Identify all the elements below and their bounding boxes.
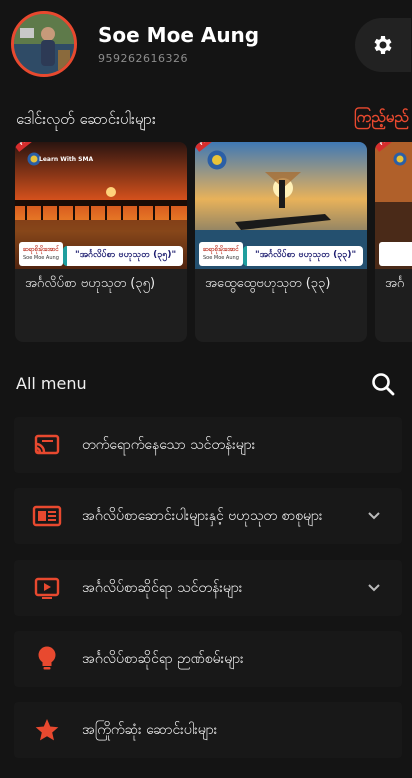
article-card[interactable]: FREE အင်္ဂ <box>375 142 412 342</box>
menu-item-label: အင်္ဂလိပ်စာဆိုင်ရာ သင်တန်းများ <box>82 580 243 596</box>
card-title: အထွေထွေဗဟုသုတ (၃၃) <box>205 276 331 291</box>
menu-item-label: အကြိုက်ဆုံး ဆောင်းပါးများ <box>82 722 218 738</box>
menu-item-quizzes[interactable]: အင်္ဂလိပ်စာဆိုင်ရာ ဉာဏ်စမ်းများ <box>14 631 402 687</box>
see-all-link[interactable]: ကြည့်မည် <box>354 108 409 130</box>
article-card[interactable]: FREE ဆရာစိုးမိုးအောင် Soe Moe Aung "အင်္… <box>195 142 367 342</box>
newspaper-icon <box>32 502 62 530</box>
article-carousel[interactable]: FREE Learn With SMA ဆရာစိုးမိုးအောင် Soe… <box>0 142 412 342</box>
author-badge: ဆရာစိုးမိုးအောင် Soe Moe Aung <box>199 242 243 266</box>
user-name: Soe Moe Aung <box>98 23 260 47</box>
cast-icon <box>32 431 62 459</box>
video-icon <box>32 574 62 602</box>
menu-item-label: အင်္ဂလိပ်စာဆိုင်ရာ ဉာဏ်စမ်းများ <box>82 651 244 667</box>
card-title: အင်္ဂလိပ်စာ ဗဟုသုတ (၃၅) <box>25 276 156 291</box>
chevron-down-icon[interactable] <box>364 578 384 598</box>
author-badge: ဆရာစိုးမိုးအောင် Soe Moe Aung <box>19 242 63 266</box>
star-icon <box>32 716 62 744</box>
chevron-down-icon[interactable] <box>364 506 384 526</box>
menu-item-articles[interactable]: အင်္ဂလိပ်စာဆောင်းပါးများနှင့် ဗဟုသုတ စာစ… <box>14 488 402 544</box>
card-title: အင်္ဂ <box>385 276 405 291</box>
topic-pill: "အင်္ဂလိပ်စာ ဗဟုသုတ (၃၅)" <box>63 246 183 266</box>
menu-item-courses[interactable]: အင်္ဂလိပ်စာဆိုင်ရာ သင်တန်းများ <box>14 560 402 616</box>
card-thumbnail: FREE Learn With SMA ဆရာစိုးမိုးအောင် Soe… <box>15 142 187 269</box>
gear-icon <box>374 36 392 54</box>
menu-item-favorites[interactable]: အကြိုက်ဆုံး ဆောင်းပါးများ <box>14 702 402 758</box>
avatar[interactable] <box>11 11 77 77</box>
card-thumbnail: FREE ဆရာစိုးမိုးအောင် Soe Moe Aung "အင်္… <box>195 142 367 269</box>
author-badge <box>379 242 412 266</box>
user-phone: 959262616326 <box>98 52 188 65</box>
card-thumbnail: FREE <box>375 142 412 269</box>
learn-tag: Learn With SMA <box>39 156 94 163</box>
profile-header: Soe Moe Aung 959262616326 <box>0 0 412 90</box>
menu-heading: All menu <box>16 374 87 393</box>
topic-pill: "အင်္ဂလိပ်စာ ဗဟုသုတ (၃၃)" <box>243 246 363 266</box>
search-icon[interactable] <box>369 370 397 398</box>
school-logo-icon <box>393 152 407 166</box>
menu-item-label: တက်ရောက်နေသော သင်တန်းများ <box>82 437 256 453</box>
lightbulb-icon <box>32 645 62 673</box>
settings-button[interactable] <box>355 18 411 72</box>
article-card[interactable]: FREE Learn With SMA ဆရာစိုးမိုးအောင် Soe… <box>15 142 187 342</box>
menu-item-label: အင်္ဂလိပ်စာဆောင်းပါးများနှင့် ဗဟုသုတ စာစ… <box>82 508 323 524</box>
menu-item-enrolled-courses[interactable]: တက်ရောက်နေသော သင်တန်းများ <box>14 417 402 473</box>
school-logo-icon <box>207 150 227 170</box>
section-title: ဒေါင်းလုတ် ဆောင်းပါးများ <box>16 110 156 128</box>
